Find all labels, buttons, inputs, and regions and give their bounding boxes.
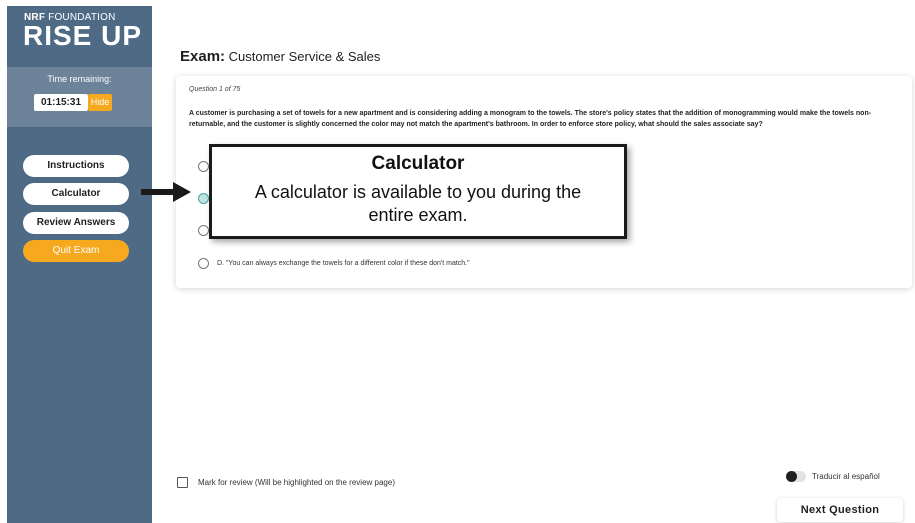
time-remaining-panel: Time remaining: 01:15:31 Hide	[7, 67, 152, 127]
next-question-button[interactable]: Next Question	[777, 498, 903, 522]
brand-logo-title: RISE UP	[23, 20, 143, 51]
question-number: Question 1 of 75	[189, 86, 241, 93]
radio-button-icon[interactable]	[198, 258, 209, 269]
instructions-button[interactable]: Instructions	[23, 155, 129, 177]
arrow-right-icon	[141, 182, 191, 202]
mark-for-review-label: Mark for review (Will be highlighted on …	[198, 478, 395, 487]
translate-label: Traducir al español	[812, 472, 880, 481]
toggle-switch-icon	[786, 471, 797, 482]
question-text: A customer is purchasing a set of towels…	[189, 110, 872, 128]
review-answers-button[interactable]: Review Answers	[23, 212, 129, 234]
radio-button-selected-icon[interactable]	[198, 193, 209, 204]
answer-option-d[interactable]: D. "You can always exchange the towels f…	[198, 258, 470, 269]
radio-button-icon[interactable]	[198, 161, 209, 172]
tooltip-body: A calculator is available to you during …	[254, 182, 582, 225]
answer-option-text: D. "You can always exchange the towels f…	[217, 260, 470, 267]
translate-toggle[interactable]	[786, 471, 806, 482]
time-remaining-value: 01:15:31	[34, 94, 88, 111]
calculator-button[interactable]: Calculator	[23, 183, 129, 205]
sidebar: NRF FOUNDATION RISE UP Time remaining: 0…	[7, 6, 152, 523]
hide-timer-button[interactable]: Hide	[88, 94, 112, 111]
calculator-tooltip: Calculator A calculator is available to …	[209, 144, 627, 239]
quit-exam-button[interactable]: Quit Exam	[23, 240, 129, 262]
exam-title: Exam: Customer Service & Sales	[180, 48, 381, 65]
tooltip-title: Calculator	[371, 153, 465, 174]
time-remaining-label: Time remaining:	[47, 74, 112, 84]
radio-button-icon[interactable]	[198, 225, 209, 236]
mark-for-review-checkbox[interactable]	[177, 477, 188, 488]
